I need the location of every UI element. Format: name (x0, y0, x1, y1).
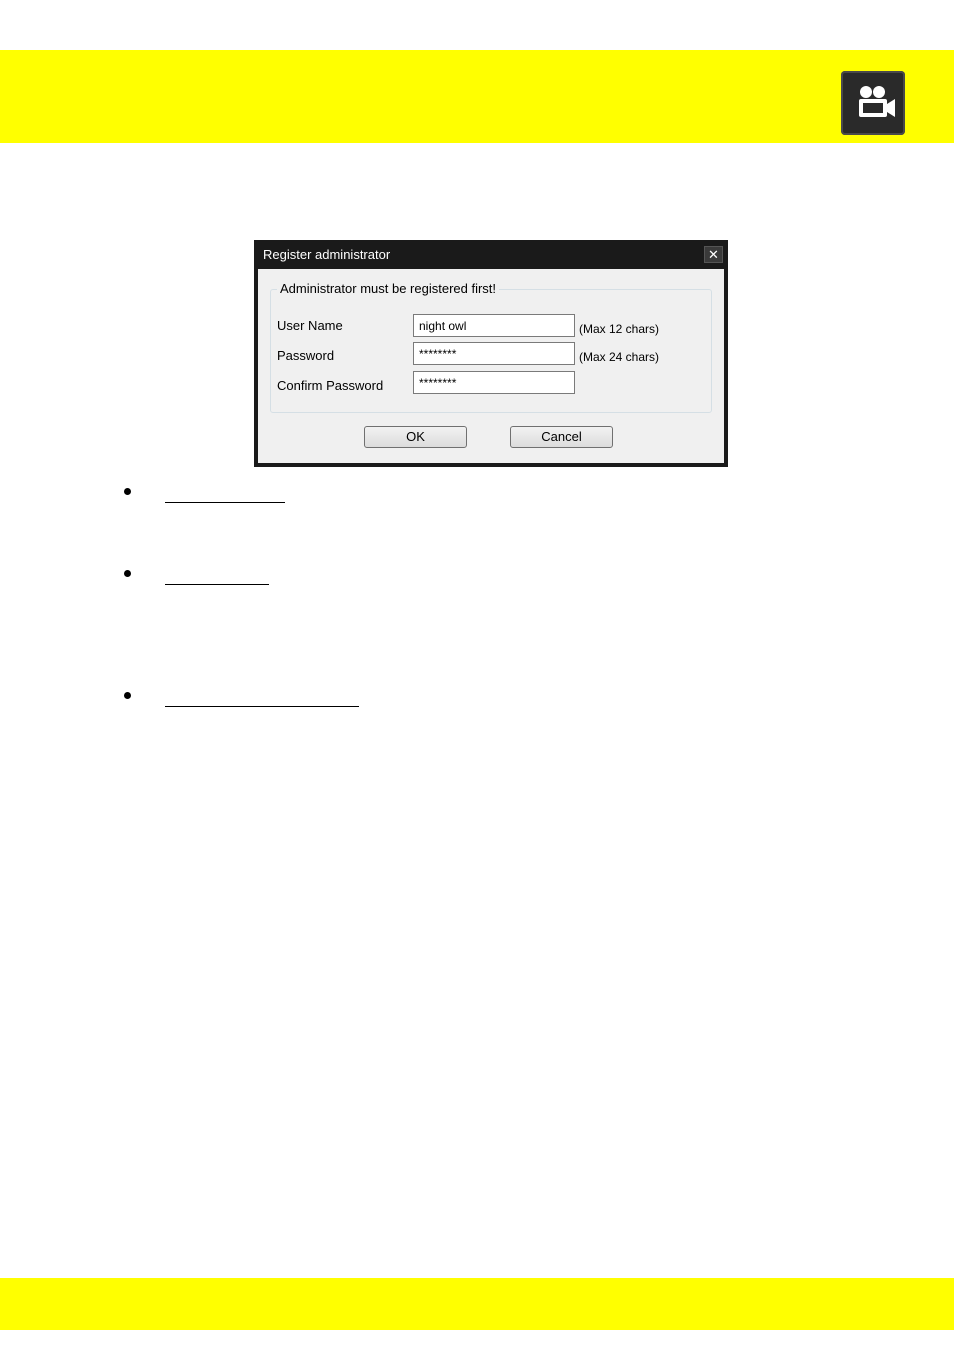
ok-button[interactable]: OK (364, 426, 467, 448)
bullet-marker (124, 488, 131, 495)
password-input[interactable] (413, 342, 575, 365)
footer-band (0, 1278, 954, 1330)
cancel-button[interactable]: Cancel (510, 426, 613, 448)
group-title: Administrator must be registered first! (277, 281, 500, 296)
confirm-password-input[interactable] (413, 371, 575, 394)
username-label: User Name (277, 318, 343, 333)
bullet-heading-underline (165, 502, 285, 503)
password-label: Password (277, 348, 335, 363)
register-admin-dialog: Register administrator ✕ Administrator m… (254, 240, 728, 467)
username-input[interactable] (413, 314, 575, 337)
bullet-marker (124, 570, 131, 577)
dialog-body: Administrator must be registered first! … (258, 269, 724, 463)
video-camera-icon (841, 71, 905, 135)
bullet-heading-underline (165, 584, 269, 585)
close-icon[interactable]: ✕ (704, 246, 723, 263)
username-hint: (Max 12 chars) (579, 322, 660, 336)
bullet-marker (124, 692, 131, 699)
bullet-heading-underline (165, 706, 359, 707)
confirm-password-label: Confirm Password (277, 378, 384, 393)
password-hint: (Max 24 chars) (579, 350, 660, 364)
header-band (0, 50, 954, 143)
dialog-title: Register administrator (263, 247, 391, 262)
